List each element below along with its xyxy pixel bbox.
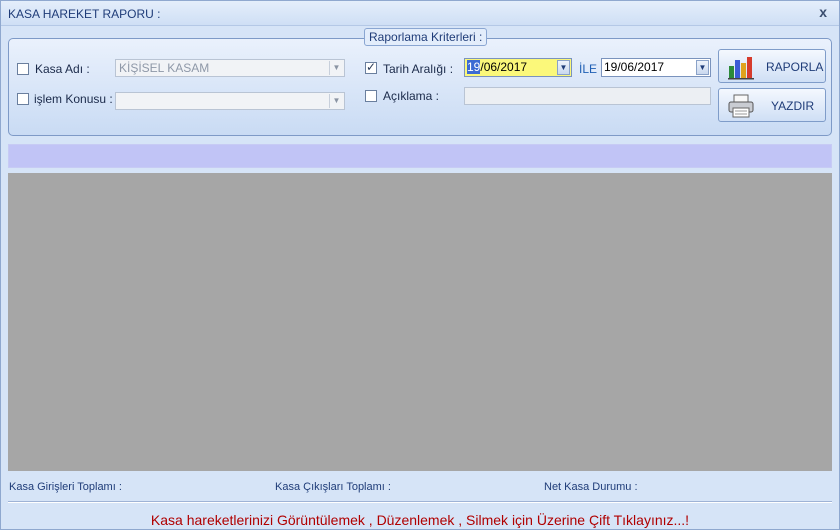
date-from-day: 19 [467,60,481,74]
tarih-araligi-label: Tarih Aralığı : [383,62,454,76]
net-kasa-durumu-label: Net Kasa Durumu : [544,481,638,493]
yazdir-label: YAZDIR [771,99,815,113]
kasa-cikislari-total-label: Kasa Çıkışları Toplamı : [275,481,391,493]
ile-label: İLE [579,62,598,76]
kasa-girisleri-total-label: Kasa Girişleri Toplamı : [9,481,122,493]
divider [8,501,832,503]
window-title: KASA HAREKET RAPORU : [8,7,161,21]
islem-konusu-select[interactable]: ▼ [115,92,345,110]
chevron-down-icon[interactable]: ▼ [329,61,343,75]
kasa-adi-checkbox[interactable] [17,63,29,75]
kasa-adi-select[interactable]: KİŞİSEL KASAM ▼ [115,59,345,77]
printer-icon [728,94,754,118]
criteria-legend: Raporlama Kriterleri : [364,28,488,46]
chevron-down-icon[interactable]: ▼ [329,94,343,108]
raporla-label: RAPORLA [766,60,824,74]
islem-konusu-checkbox[interactable] [17,93,29,105]
date-from-input[interactable]: 19/06/2017 ▼ [464,58,572,77]
tarih-araligi-checkbox[interactable] [365,60,377,74]
group-by-strip [8,144,832,168]
bar-chart-icon [728,57,754,80]
raporla-button[interactable]: RAPORLA [718,49,826,83]
islem-konusu-label: işlem Konusu : [34,92,113,106]
calendar-dropdown-icon[interactable]: ▼ [557,60,570,75]
kasa-adi-label: Kasa Adı : [35,62,90,76]
transactions-grid[interactable] [8,173,832,471]
date-to-value: 19/06/2017 [604,60,665,74]
aciklama-input[interactable] [464,87,711,105]
calendar-dropdown-icon[interactable]: ▼ [696,60,709,75]
yazdir-button[interactable]: YAZDIR [718,88,826,122]
aciklama-checkbox[interactable] [365,90,377,102]
report-window: KASA HAREKET RAPORU : x Raporlama Kriter… [0,0,840,530]
kasa-adi-value: KİŞİSEL KASAM [119,61,210,75]
date-from-rest: /06/2017 [480,60,528,74]
title-bar: KASA HAREKET RAPORU : x [1,1,839,26]
hint-message: Kasa hareketlerinizi Görüntülemek , Düze… [150,512,690,528]
aciklama-label: Açıklama : [383,89,440,103]
date-to-input[interactable]: 19/06/2017 ▼ [601,58,711,77]
close-icon[interactable]: x [819,4,827,20]
